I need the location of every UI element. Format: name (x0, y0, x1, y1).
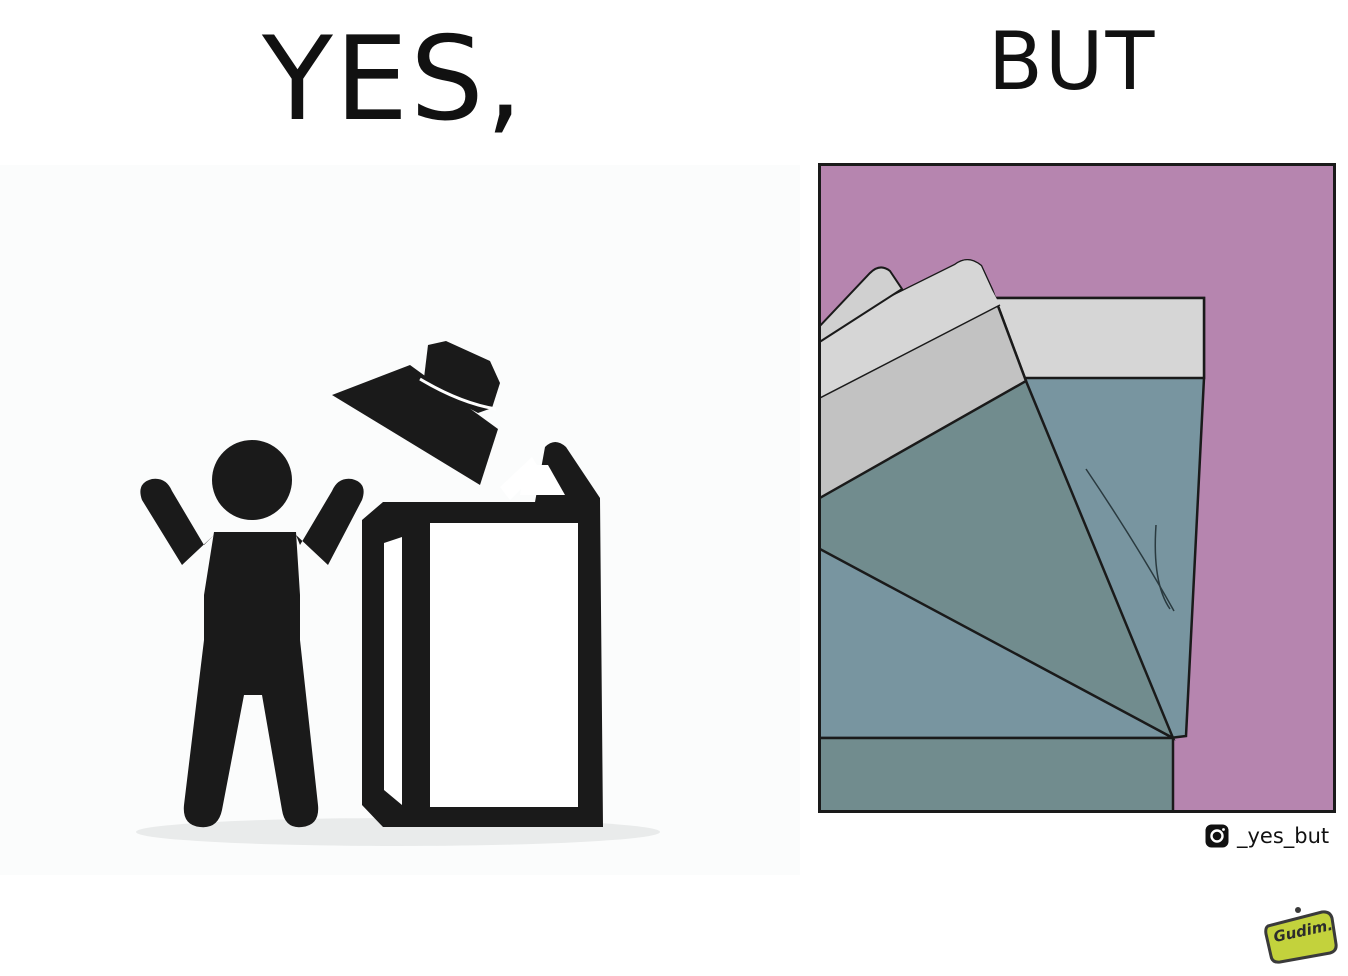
yes-heading: YES, (262, 12, 525, 147)
but-panel-illustration (818, 163, 1336, 813)
instagram-icon (1205, 824, 1229, 848)
carton-face (430, 523, 578, 807)
floor-strip (818, 736, 1175, 813)
instagram-credit[interactable]: _yes_but (1204, 822, 1329, 850)
carton-side-face (384, 537, 402, 805)
person-left-arm (140, 478, 214, 565)
person-body (183, 532, 319, 828)
person-head (212, 440, 292, 520)
person-pictogram-icon (140, 440, 364, 828)
carton-front-top-band (991, 296, 1206, 380)
yes-panel-illustration (0, 165, 800, 875)
person-right-arm (296, 478, 364, 565)
milk-carton-icon (332, 341, 603, 827)
instagram-handle: _yes_but (1237, 824, 1330, 848)
but-heading: BUT (988, 15, 1157, 108)
